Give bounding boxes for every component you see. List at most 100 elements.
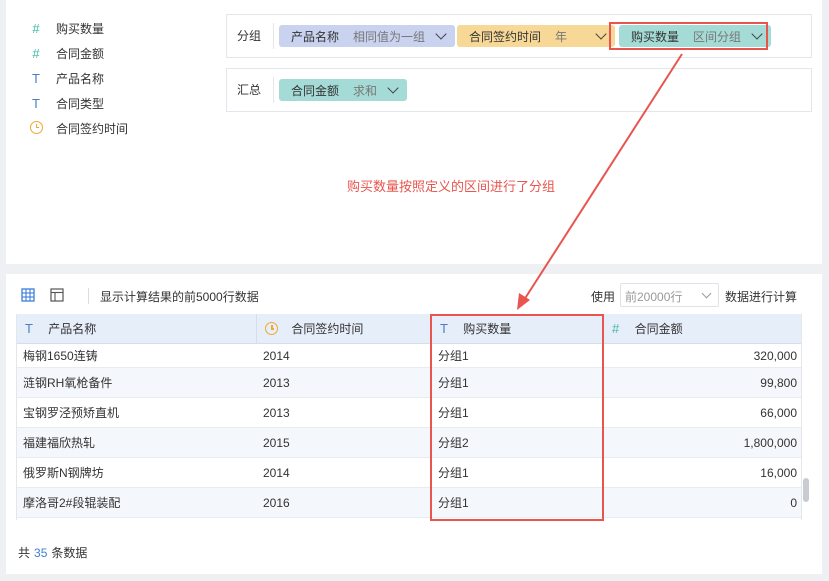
cell-amount: 99,800 bbox=[760, 375, 797, 390]
table-row: 摩洛哥2#段辊装配 2016 分组1 0 bbox=[17, 488, 801, 518]
group-pill-quantity[interactable]: 购买数量 区间分组 bbox=[619, 25, 772, 47]
summary-zone-label: 汇总 bbox=[237, 83, 262, 97]
column-header-label: 合同签约时间 bbox=[291, 322, 364, 336]
result-info-text: 显示计算结果的前5000行数据 bbox=[100, 290, 259, 304]
divider bbox=[273, 23, 274, 49]
cell-quantity: 分组1 bbox=[438, 496, 469, 510]
chevron-down-icon[interactable] bbox=[387, 82, 399, 94]
cell-product-name: 宝钢罗泾预矫直机 bbox=[23, 406, 120, 420]
cell-amount: 16,000 bbox=[760, 465, 797, 480]
field-item-contract-type[interactable]: T 合同类型 bbox=[28, 91, 128, 116]
chevron-down-icon[interactable] bbox=[751, 28, 763, 40]
preview-toolbar: 显示计算结果的前5000行数据 使用 前20000行 数据进行计算 bbox=[6, 282, 822, 310]
divider bbox=[88, 288, 89, 304]
column-header-label: 产品名称 bbox=[48, 322, 97, 336]
divider bbox=[273, 77, 274, 103]
number-icon: # bbox=[32, 21, 40, 36]
table-row: 福建福欣热轧 2015 分组2 1,800,000 bbox=[17, 428, 801, 458]
text-icon: T bbox=[32, 96, 40, 111]
cell-quantity: 分组2 bbox=[438, 436, 469, 450]
row-limit-placeholder: 前20000行 bbox=[625, 290, 683, 304]
chevron-down-icon[interactable] bbox=[595, 28, 607, 40]
column-header-sign-time[interactable]: 合同签约时间 bbox=[257, 314, 432, 344]
table-header: T 产品名称 合同签约时间 T 购买数量 # 合同金额 bbox=[17, 314, 801, 344]
pill-name: 合同签约时间 bbox=[469, 29, 542, 44]
field-item-amount[interactable]: # 合同金额 bbox=[28, 41, 128, 66]
table-scrollbar[interactable] bbox=[802, 344, 810, 520]
use-label: 使用 bbox=[591, 290, 616, 304]
row-count-footer: 共 35 条数据 bbox=[18, 544, 87, 561]
group-zone-label: 分组 bbox=[237, 29, 262, 43]
row-limit-select[interactable]: 前20000行 bbox=[620, 283, 719, 307]
calc-label: 数据进行计算 bbox=[725, 290, 798, 304]
cell-product-name: 摩洛哥2#段辊装配 bbox=[23, 496, 121, 510]
text-icon: T bbox=[440, 321, 448, 336]
pill-name: 购买数量 bbox=[631, 29, 680, 44]
column-header-label: 合同金额 bbox=[634, 322, 683, 336]
cell-amount: 320,000 bbox=[753, 348, 797, 363]
field-label: 购买数量 bbox=[56, 22, 105, 36]
preview-table: T 产品名称 合同签约时间 T 购买数量 # 合同金额 梅钢1650连铸 201… bbox=[16, 314, 802, 520]
annotation-text: 购买数量按照定义的区间进行了分组 bbox=[347, 179, 556, 194]
cell-quantity: 分组1 bbox=[438, 349, 469, 363]
number-icon: # bbox=[32, 46, 40, 61]
pill-option: 区间分组 bbox=[693, 29, 742, 44]
pill-name: 合同金额 bbox=[291, 83, 340, 98]
cell-sign-time: 2014 bbox=[263, 348, 290, 363]
field-label: 合同类型 bbox=[56, 97, 105, 111]
column-header-quantity[interactable]: T 购买数量 bbox=[432, 314, 604, 344]
cell-sign-time: 2015 bbox=[263, 435, 290, 450]
cell-amount: 66,000 bbox=[760, 405, 797, 420]
text-icon: T bbox=[32, 71, 40, 86]
field-item-sign-time[interactable]: 合同签约时间 bbox=[28, 116, 128, 141]
cell-sign-time: 2013 bbox=[263, 375, 290, 390]
footer-prefix: 共 bbox=[18, 546, 31, 560]
text-icon: T bbox=[25, 321, 33, 336]
pill-option: 相同值为一组 bbox=[353, 29, 426, 44]
cell-quantity: 分组1 bbox=[438, 466, 469, 480]
cell-product-name: 涟钢RH氧枪备件 bbox=[23, 376, 113, 390]
summary-pill-amount[interactable]: 合同金额 求和 bbox=[279, 79, 408, 101]
table-body: 梅钢1650连铸 2014 分组1 320,000 涟钢RH氧枪备件 2013 … bbox=[17, 344, 801, 518]
footer-suffix: 条数据 bbox=[51, 546, 88, 560]
column-header-amount[interactable]: # 合同金额 bbox=[604, 314, 801, 344]
column-header-product-name[interactable]: T 产品名称 bbox=[17, 314, 257, 344]
group-pill-product-name[interactable]: 产品名称 相同值为一组 bbox=[279, 25, 456, 47]
field-item-quantity[interactable]: # 购买数量 bbox=[28, 16, 128, 41]
table-row: 宝钢罗泾预矫直机 2013 分组1 66,000 bbox=[17, 398, 801, 428]
clock-icon bbox=[28, 120, 44, 137]
chevron-down-icon[interactable] bbox=[435, 28, 447, 40]
column-header-label: 购买数量 bbox=[463, 322, 512, 336]
clock-icon bbox=[265, 322, 278, 335]
field-item-product-name[interactable]: T 产品名称 bbox=[28, 66, 128, 91]
cell-sign-time: 2014 bbox=[263, 465, 290, 480]
chevron-down-icon bbox=[701, 288, 712, 299]
cell-sign-time: 2013 bbox=[263, 405, 290, 420]
cell-amount: 0 bbox=[790, 495, 797, 510]
field-label: 合同金额 bbox=[56, 47, 105, 61]
scrollbar-thumb[interactable] bbox=[803, 478, 809, 502]
cell-amount: 1,800,000 bbox=[743, 435, 797, 450]
table-row: 俄罗斯N钢牌坊 2014 分组1 16,000 bbox=[17, 458, 801, 488]
number-icon: # bbox=[612, 321, 620, 336]
field-list: # 购买数量 # 合同金额 T 产品名称 T 合同类型 合同签约时间 bbox=[28, 16, 128, 141]
table-row: 涟钢RH氧枪备件 2013 分组1 99,800 bbox=[17, 368, 801, 398]
cell-product-name: 俄罗斯N钢牌坊 bbox=[23, 466, 104, 480]
summary-zone[interactable]: 汇总 合同金额 求和 bbox=[226, 68, 812, 112]
table-row: 梅钢1650连铸 2014 分组1 320,000 bbox=[17, 344, 801, 368]
preview-panel: 显示计算结果的前5000行数据 使用 前20000行 数据进行计算 T 产品名称… bbox=[6, 274, 822, 574]
group-zone[interactable]: 分组 产品名称 相同值为一组 合同签约时间 年 购买数量 区间分组 bbox=[226, 14, 812, 58]
pill-option: 年 bbox=[555, 29, 568, 44]
pill-option: 求和 bbox=[353, 83, 378, 98]
field-panel: # 购买数量 # 合同金额 T 产品名称 T 合同类型 合同签约时间 分组 产品… bbox=[6, 0, 822, 264]
cell-product-name: 梅钢1650连铸 bbox=[23, 349, 98, 363]
cell-quantity: 分组1 bbox=[438, 406, 469, 420]
group-pill-sign-time[interactable]: 合同签约时间 年 bbox=[457, 25, 616, 47]
table-view-icon[interactable] bbox=[21, 288, 35, 302]
cell-quantity: 分组1 bbox=[438, 376, 469, 390]
field-label: 产品名称 bbox=[56, 72, 105, 86]
layout-view-icon[interactable] bbox=[50, 288, 64, 302]
row-count: 35 bbox=[34, 546, 48, 560]
pill-name: 产品名称 bbox=[291, 29, 340, 44]
field-label: 合同签约时间 bbox=[56, 122, 129, 136]
